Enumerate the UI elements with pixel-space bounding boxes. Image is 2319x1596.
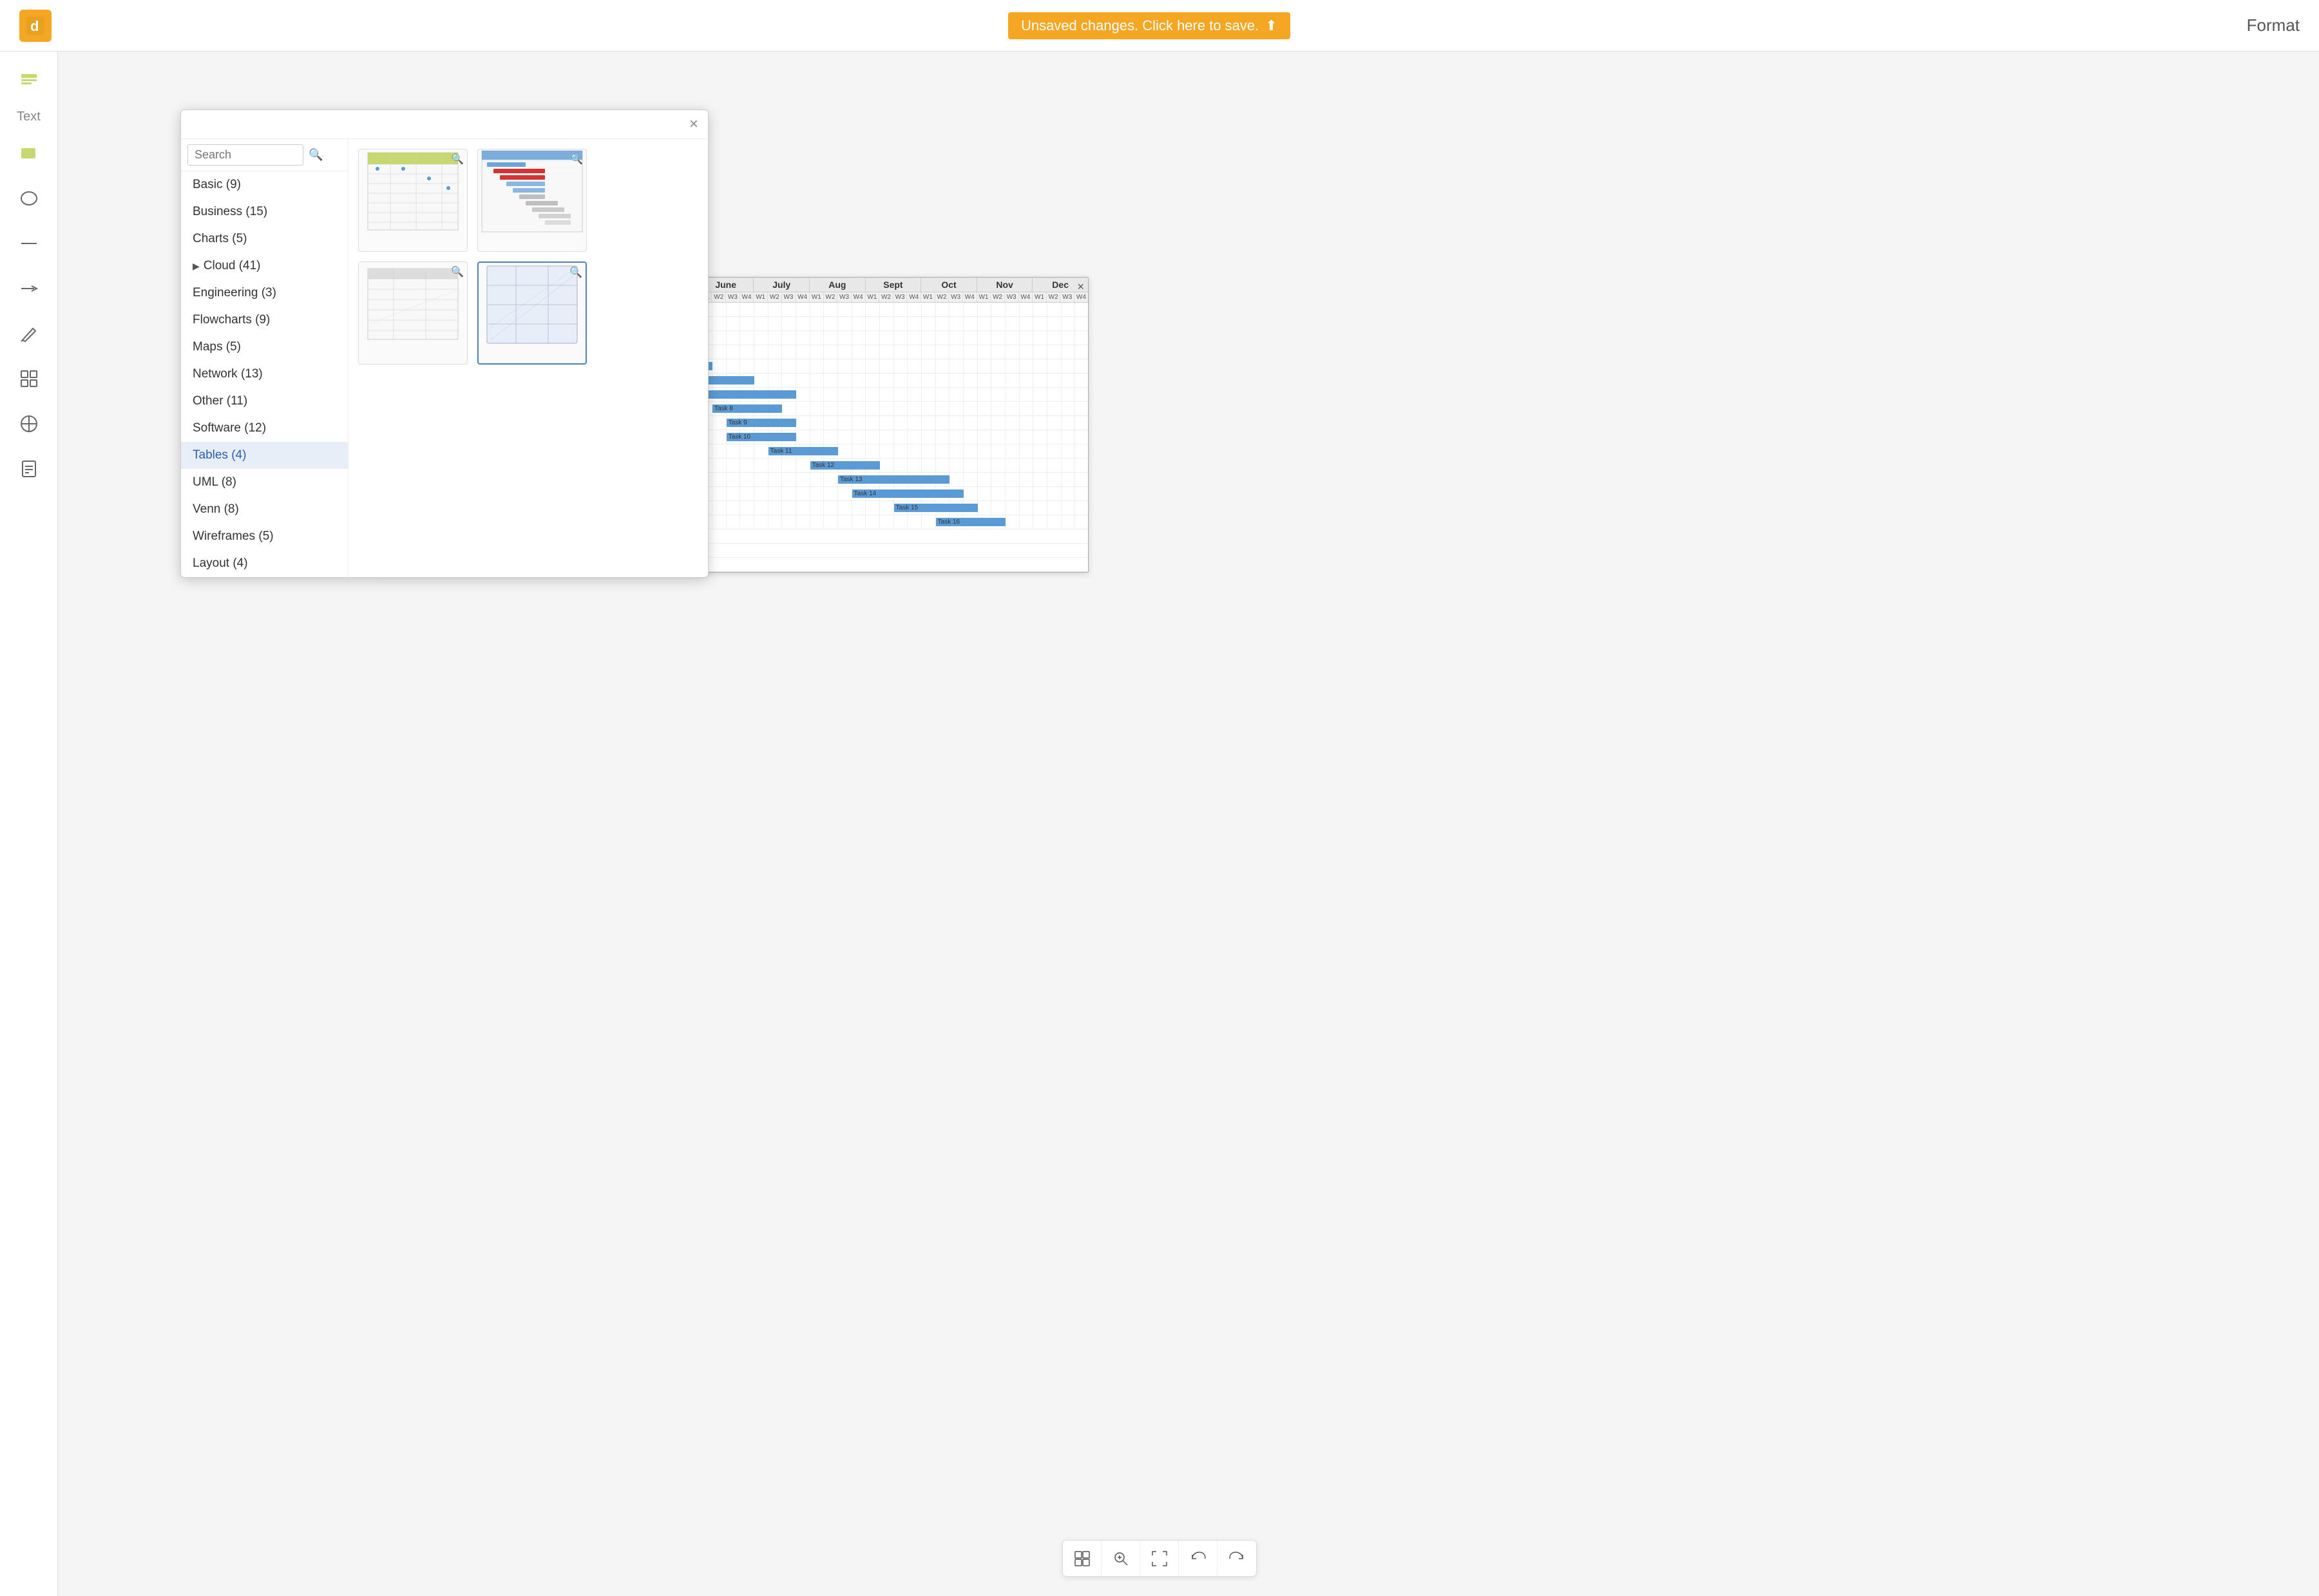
dialog-body: 🔍 Basic (9) Business (15) Charts (5) ▶ C… — [181, 139, 708, 577]
dialog-header: × — [181, 110, 708, 139]
template-dialog: × 🔍 Basic (9) Business (15) Charts (5) ▶… — [180, 109, 709, 578]
category-maps-label: Maps (5) — [193, 340, 241, 354]
gantt-bar-task-9: Task 9 — [727, 419, 796, 427]
gantt-bar-task-16: Task 16 — [936, 518, 1006, 526]
category-software[interactable]: Software (12) — [181, 415, 348, 442]
category-business[interactable]: Business (15) — [181, 198, 348, 225]
gantt-bar-task-12: Task 12 — [810, 461, 880, 470]
unsaved-text: Unsaved changes. Click here to save. — [1021, 17, 1259, 34]
month-sept: Sept — [866, 278, 922, 292]
svg-text:d: d — [30, 18, 39, 34]
month-nov: Nov — [977, 278, 1033, 292]
category-software-label: Software (12) — [193, 421, 266, 435]
gantt-bar-task-14: Task 14 — [852, 489, 964, 498]
template-thumb-1[interactable]: 🔍 — [358, 149, 468, 252]
sidebar-item-text[interactable] — [13, 64, 45, 97]
sidebar-item-import[interactable] — [13, 453, 45, 485]
category-other-label: Other (11) — [193, 394, 247, 408]
bottom-toolbar — [1062, 1540, 1257, 1577]
sidebar-item-oval[interactable] — [13, 182, 45, 214]
category-charts[interactable]: Charts (5) — [181, 225, 348, 252]
category-tables-label: Tables (4) — [193, 448, 246, 462]
cloud-arrow-icon: ▶ — [193, 261, 200, 272]
category-maps[interactable]: Maps (5) — [181, 334, 348, 361]
category-basic-label: Basic (9) — [193, 178, 241, 192]
app-logo[interactable]: d — [19, 10, 52, 42]
category-basic[interactable]: Basic (9) — [181, 171, 348, 198]
month-oct: Oct — [921, 278, 977, 292]
category-cloud-label: Cloud (41) — [204, 259, 261, 273]
category-layout[interactable]: Layout (4) — [181, 550, 348, 577]
category-venn-label: Venn (8) — [193, 502, 239, 517]
gantt-bar-task-13: Task 13 — [838, 475, 950, 484]
category-wireframes[interactable]: Wireframes (5) — [181, 523, 348, 550]
category-other[interactable]: Other (11) — [181, 388, 348, 415]
gantt-bar-task-10: Task 10 — [727, 433, 796, 441]
gantt-bar-task-15: Task 15 — [894, 504, 978, 512]
search-box: 🔍 — [181, 139, 348, 171]
category-engineering-label: Engineering (3) — [193, 286, 276, 300]
category-engineering[interactable]: Engineering (3) — [181, 280, 348, 307]
category-wireframes-label: Wireframes (5) — [193, 529, 274, 544]
undo-button[interactable] — [1179, 1541, 1217, 1576]
zoom-icon-3: 🔍 — [451, 265, 464, 278]
redo-button[interactable] — [1217, 1541, 1256, 1576]
search-input[interactable] — [187, 144, 303, 166]
category-charts-label: Charts (5) — [193, 232, 247, 246]
category-flowcharts-label: Flowcharts (9) — [193, 313, 270, 327]
zoom-icon-4: 🔍 — [569, 266, 582, 279]
template-thumb-2[interactable]: 🔍 — [477, 149, 587, 252]
left-sidebar: Text — [0, 52, 58, 1596]
top-bar-left: d — [19, 10, 52, 42]
category-layout-label: Layout (4) — [193, 556, 248, 571]
zoom-icon-2: 🔍 — [570, 153, 583, 166]
category-network[interactable]: Network (13) — [181, 361, 348, 388]
category-list: 🔍 Basic (9) Business (15) Charts (5) ▶ C… — [181, 139, 348, 577]
grid-toggle-button[interactable] — [1063, 1541, 1102, 1576]
text-label: Text — [17, 109, 41, 124]
sidebar-item-shape[interactable] — [13, 137, 45, 169]
gantt-bar-task-8: Task 8 — [712, 404, 782, 413]
category-venn[interactable]: Venn (8) — [181, 496, 348, 523]
unsaved-banner[interactable]: Unsaved changes. Click here to save. ⬆ — [1008, 12, 1290, 39]
category-tables[interactable]: Tables (4) — [181, 442, 348, 469]
zoom-icon-1: 🔍 — [451, 153, 464, 166]
category-network-label: Network (13) — [193, 367, 263, 381]
template-thumb-4[interactable]: 🔍 — [477, 261, 587, 365]
category-uml-label: UML (8) — [193, 475, 236, 489]
sidebar-item-arrow[interactable] — [13, 272, 45, 305]
sidebar-item-line[interactable] — [13, 227, 45, 260]
template-preview-area: 🔍 — [348, 139, 708, 577]
zoom-in-button[interactable] — [1102, 1541, 1140, 1576]
top-bar: d Unsaved changes. Click here to save. ⬆… — [0, 0, 2319, 52]
gantt-close-button[interactable]: × — [1077, 280, 1084, 294]
search-icon: 🔍 — [309, 148, 323, 162]
fit-page-button[interactable] — [1140, 1541, 1179, 1576]
sidebar-item-pen[interactable] — [13, 318, 45, 350]
month-july: July — [754, 278, 810, 292]
category-cloud[interactable]: ▶ Cloud (41) — [181, 252, 348, 280]
sidebar-item-insert[interactable] — [13, 363, 45, 395]
dialog-close-button[interactable]: × — [689, 117, 698, 132]
category-uml[interactable]: UML (8) — [181, 469, 348, 496]
sidebar-item-templates[interactable] — [13, 408, 45, 440]
format-label[interactable]: Format — [2247, 15, 2300, 35]
template-thumb-3[interactable]: 🔍 — [358, 261, 468, 365]
save-icon: ⬆ — [1265, 17, 1277, 34]
month-aug: Aug — [810, 278, 866, 292]
category-flowcharts[interactable]: Flowcharts (9) — [181, 307, 348, 334]
gantt-bar-task-11: Task 11 — [768, 447, 838, 455]
category-business-label: Business (15) — [193, 205, 267, 219]
